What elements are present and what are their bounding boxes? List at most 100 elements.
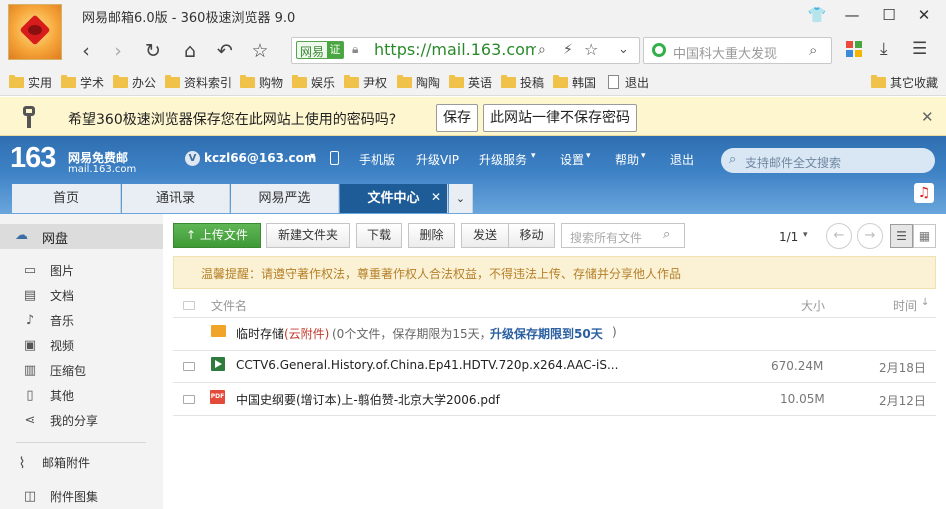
- account-dropdown-icon[interactable]: ▾: [310, 151, 315, 162]
- favorite-star-icon[interactable]: ☆: [248, 40, 272, 62]
- site-identity-badge[interactable]: 网易 证: [296, 41, 344, 59]
- upload-label: 上传文件: [199, 228, 248, 242]
- account-name[interactable]: kczl66@163.com: [204, 151, 316, 165]
- bookmark-folder[interactable]: 资料索引: [165, 74, 232, 92]
- move-button[interactable]: 移动: [508, 223, 555, 248]
- file-name[interactable]: CCTV6.General.History.of.China.Ep41.HDTV…: [236, 358, 631, 372]
- search-icon[interactable]: ⌕: [809, 41, 817, 59]
- bookmark-label: 韩国: [572, 76, 597, 90]
- sidebar-item-images[interactable]: ▭ 图片: [22, 261, 74, 281]
- chevron-down-icon[interactable]: ⌄: [618, 42, 629, 57]
- cert-badge: 证: [327, 42, 343, 58]
- link-logout[interactable]: 退出: [670, 151, 694, 168]
- upload-button[interactable]: ↑ 上传文件: [173, 223, 261, 248]
- link-help[interactable]: 帮助: [615, 151, 639, 168]
- sidebar-item-others[interactable]: ▯ 其他: [22, 386, 74, 406]
- bookmark-star-icon[interactable]: ☆: [584, 40, 598, 59]
- bookmark-folder[interactable]: 尹权: [344, 74, 387, 92]
- next-page-button[interactable]: →: [857, 223, 883, 249]
- sidebar-item-documents[interactable]: ▤ 文档: [22, 286, 74, 306]
- apps-icon[interactable]: [846, 41, 862, 57]
- sidebar-item-shares[interactable]: ⋖ 我的分享: [22, 411, 98, 431]
- save-password-button[interactable]: 保存: [436, 104, 478, 132]
- link-upgrade-service[interactable]: 升级服务: [479, 151, 527, 168]
- download-button[interactable]: 下载: [356, 223, 402, 248]
- list-view-icon[interactable]: ☰: [890, 224, 913, 248]
- table-row[interactable]: CCTV6.General.History.of.China.Ep41.HDTV…: [173, 350, 936, 383]
- column-name[interactable]: 文件名: [211, 297, 247, 314]
- table-row[interactable]: 临时存储 (云附件) (0个文件，保存期限为15天， 升级保存期限到50天 ): [173, 318, 936, 351]
- column-size[interactable]: 大小: [801, 297, 825, 314]
- phone-icon: [330, 151, 339, 165]
- sidebar-item-label: 邮箱附件: [42, 456, 91, 470]
- new-folder-button[interactable]: 新建文件夹: [266, 223, 350, 248]
- bookmark-folder[interactable]: 娱乐: [292, 74, 335, 92]
- refresh-icon[interactable]: ↻: [141, 40, 165, 62]
- close-tab-icon[interactable]: ✕: [431, 190, 441, 204]
- file-search-input[interactable]: 搜索所有文件 ⌕: [561, 223, 685, 248]
- undo-icon[interactable]: ↶: [213, 40, 237, 62]
- maximize-button[interactable]: ☐: [879, 6, 899, 24]
- link-mobile[interactable]: 手机版: [359, 151, 395, 168]
- bookmark-folder[interactable]: 投稿: [501, 74, 544, 92]
- delete-button[interactable]: 删除: [408, 223, 455, 248]
- tab-home[interactable]: 首页: [12, 184, 121, 213]
- home-icon[interactable]: ⌂: [178, 40, 202, 62]
- close-window-button[interactable]: ✕: [914, 6, 934, 24]
- grid-view-icon[interactable]: ▦: [913, 224, 936, 248]
- password-message: 希望360极速浏览器保存您在此网站上使用的密码吗?: [68, 112, 397, 128]
- url-text[interactable]: https://mail.163.com/j: [374, 40, 536, 59]
- bookmark-folder[interactable]: 实用: [9, 74, 52, 92]
- never-save-password-button[interactable]: 此网站一律不保存密码: [483, 104, 637, 132]
- table-row[interactable]: PDF 中国史纲要(增订本)上-翦伯赞-北京大学2006.pdf 10.05M …: [173, 383, 936, 416]
- forward-icon[interactable]: ›: [106, 40, 130, 62]
- upgrade-storage-link[interactable]: 升级保存期限到50天: [490, 325, 603, 342]
- sort-down-icon[interactable]: ↓: [921, 297, 929, 308]
- paperclip-icon: ⌇: [18, 454, 26, 472]
- bookmark-folder[interactable]: 韩国: [553, 74, 596, 92]
- back-icon[interactable]: ‹: [74, 40, 98, 62]
- bookmark-folder[interactable]: 购物: [240, 74, 283, 92]
- bookmark-folder[interactable]: 办公: [113, 74, 156, 92]
- tab-yanxuan[interactable]: 网易严选: [231, 184, 339, 213]
- bookmark-folder[interactable]: 学术: [61, 74, 104, 92]
- sidebar-item-netdisk[interactable]: ☁ 网盘: [0, 224, 163, 249]
- skin-icon[interactable]: 👕: [807, 6, 827, 24]
- link-upgrade-vip[interactable]: 升级VIP: [416, 151, 459, 168]
- row-checkbox[interactable]: [183, 362, 195, 371]
- music-icon[interactable]: ♫: [914, 183, 934, 203]
- file-name[interactable]: 中国史纲要(增订本)上-翦伯赞-北京大学2006.pdf: [236, 391, 500, 408]
- chevron-down-icon[interactable]: ▾: [641, 151, 646, 161]
- chevron-down-icon[interactable]: ▾: [531, 151, 536, 161]
- sidebar-item-videos[interactable]: ▣ 视频: [22, 336, 74, 356]
- select-all-checkbox[interactable]: [183, 301, 195, 310]
- temp-storage-name[interactable]: 临时存储: [236, 325, 284, 342]
- sidebar-item-music[interactable]: ♪ 音乐: [22, 311, 74, 331]
- link-settings[interactable]: 设置: [560, 151, 584, 168]
- search-suggestion[interactable]: 中国科大重大发现: [673, 43, 777, 62]
- send-button[interactable]: 发送: [461, 223, 509, 248]
- bookmark-folder[interactable]: 陶陶: [397, 74, 440, 92]
- lightning-icon[interactable]: ⚡: [563, 42, 573, 58]
- row-checkbox[interactable]: [183, 395, 195, 404]
- mail-logo-number[interactable]: 163: [10, 142, 56, 175]
- page-icon: [608, 75, 619, 89]
- prev-page-button[interactable]: ←: [826, 223, 852, 249]
- download-icon[interactable]: ⤓: [880, 39, 888, 59]
- bookmark-folder-other[interactable]: 其它收藏: [871, 74, 938, 92]
- bookmark-link[interactable]: 退出: [606, 74, 649, 92]
- tabs-more-icon[interactable]: ⌄: [449, 184, 473, 213]
- sidebar-item-archives[interactable]: ▥ 压缩包: [22, 361, 86, 381]
- tab-contacts[interactable]: 通讯录: [122, 184, 230, 213]
- find-icon[interactable]: ⌕: [538, 42, 546, 58]
- column-time[interactable]: 时间: [893, 297, 917, 314]
- sidebar-item-attachments[interactable]: ⌇ 邮箱附件: [14, 453, 90, 473]
- minimize-button[interactable]: —: [842, 6, 862, 24]
- sidebar-item-gallery[interactable]: ◫ 附件图集: [22, 487, 98, 507]
- chevron-down-icon[interactable]: ▾: [586, 151, 591, 161]
- bookmark-folder[interactable]: 英语: [449, 74, 492, 92]
- page-dropdown-icon[interactable]: ▾: [803, 230, 808, 240]
- folder-icon: [211, 325, 226, 337]
- close-bar-icon[interactable]: ✕: [921, 108, 934, 126]
- menu-icon[interactable]: ☰: [912, 39, 927, 59]
